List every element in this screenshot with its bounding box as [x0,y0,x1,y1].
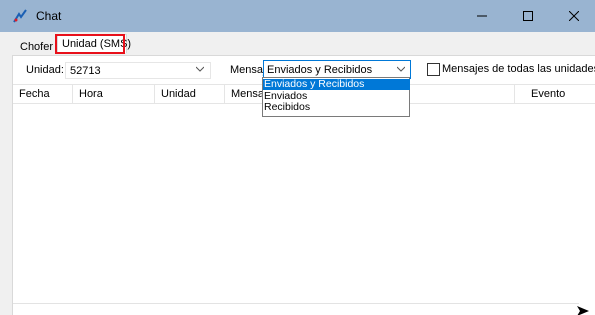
minimize-button[interactable] [459,0,505,32]
title-bar[interactable]: Chat [0,0,595,32]
message-input[interactable] [13,303,579,315]
column-header-evento[interactable]: Evento [515,85,595,103]
close-button[interactable] [551,0,595,32]
all-units-label[interactable]: Mensajes de todas las unidades [442,63,595,75]
dropdown-option-enviados-y-recibidos[interactable]: Enviados y Recibidos [263,79,410,90]
maximize-button[interactable] [505,0,551,32]
mensajes-value: Enviados y Recibidos [267,64,373,76]
app-icon [13,9,27,23]
tab-unidad-sms[interactable]: Unidad (SMS) [57,34,131,53]
minimize-icon [477,15,487,17]
column-header-hora[interactable]: Hora [73,85,155,103]
chevron-down-icon [196,66,204,72]
tab-chofer[interactable]: Chofer [16,38,57,56]
unidad-value: 52713 [70,65,101,77]
mensajes-dropdown-list: Enviados y Recibidos Enviados Recibidos [262,77,410,117]
column-header-fecha[interactable]: Fecha [13,85,73,103]
column-header-unidad[interactable]: Unidad [155,85,225,103]
chevron-down-icon [397,66,405,72]
maximize-icon [523,11,533,21]
unidad-label: Unidad: [26,64,64,76]
send-button[interactable] [573,305,593,315]
unidad-combobox[interactable]: 52713 [65,62,211,79]
tab-strip: Chofer Unidad (SMS) [0,32,595,56]
all-units-checkbox[interactable] [427,63,440,76]
close-icon [569,11,579,21]
dropdown-option-recibidos[interactable]: Recibidos [263,102,410,113]
window-title: Chat [36,9,62,23]
chat-window: Chat Chofer Unidad (SMS) Unidad: 52713 M… [0,0,595,315]
send-arrow-icon [577,306,589,315]
